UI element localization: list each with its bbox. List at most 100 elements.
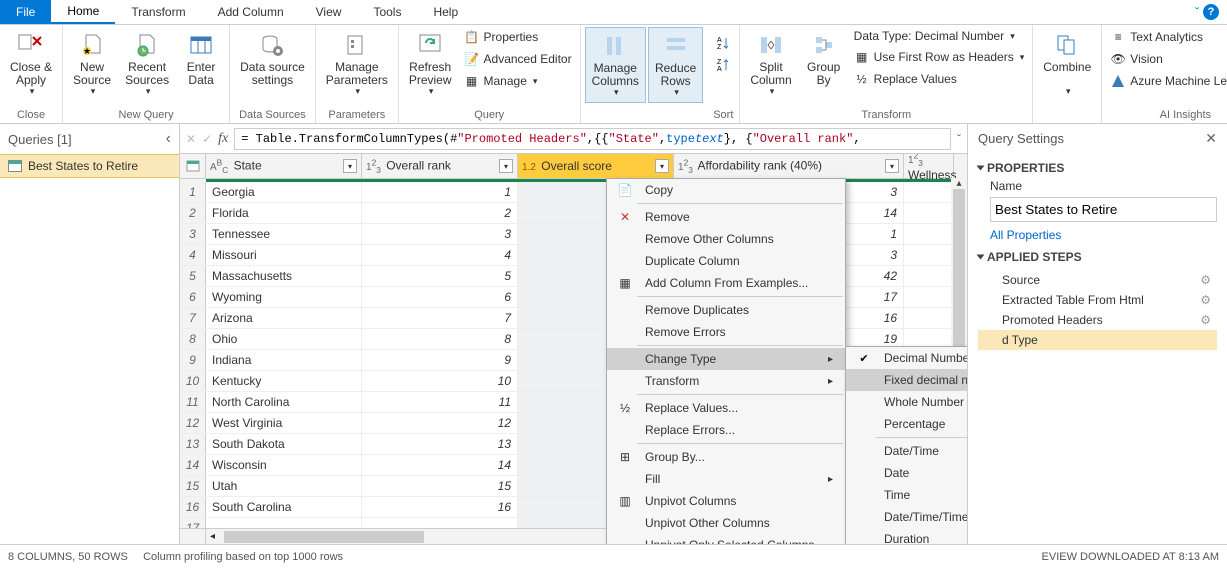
cell-rank[interactable]: 12 xyxy=(362,413,518,433)
column-header-overall-score[interactable]: 1.2 Overall score▾ xyxy=(518,154,674,178)
step-extracted[interactable]: Extracted Table From Html⚙ xyxy=(978,290,1217,310)
cell-state[interactable]: West Virginia xyxy=(206,413,362,433)
cell-state[interactable]: Kentucky xyxy=(206,371,362,391)
text-analytics-button[interactable]: ≡Text Analytics xyxy=(1106,27,1227,47)
row-header[interactable]: 9 xyxy=(180,350,206,370)
ctx-unpivot-other[interactable]: Unpivot Other Columns xyxy=(607,512,845,534)
cell-wellness[interactable] xyxy=(904,245,954,265)
all-properties-link[interactable]: All Properties xyxy=(990,228,1061,242)
type-percentage[interactable]: Percentage xyxy=(846,413,967,435)
row-header[interactable]: 10 xyxy=(180,371,206,391)
ctx-change-type[interactable]: Change Type▸ ✔Decimal Number Fixed decim… xyxy=(607,348,845,370)
cell-state[interactable]: North Carolina xyxy=(206,392,362,412)
cell-rank[interactable]: 2 xyxy=(362,203,518,223)
cell-state[interactable]: Massachusetts xyxy=(206,266,362,286)
enter-data-button[interactable]: Enter Data xyxy=(177,27,225,91)
cell-state[interactable]: Wyoming xyxy=(206,287,362,307)
type-duration[interactable]: Duration xyxy=(846,528,967,544)
ctx-unpivot-selected[interactable]: Unpivot Only Selected Columns xyxy=(607,534,845,544)
recent-sources-button[interactable]: Recent Sources▾ xyxy=(119,27,175,101)
step-changed-type[interactable]: d Type xyxy=(978,330,1217,350)
column-filter-button[interactable]: ▾ xyxy=(885,159,899,173)
cell-state[interactable]: Wisconsin xyxy=(206,455,362,475)
query-item[interactable]: Best States to Retire xyxy=(0,154,179,178)
help-button[interactable]: ˇ ? xyxy=(1195,0,1227,24)
row-header[interactable]: 11 xyxy=(180,392,206,412)
column-header-wellness[interactable]: 123 Wellness xyxy=(904,154,954,178)
ctx-copy[interactable]: 📄Copy xyxy=(607,179,845,201)
row-header[interactable]: 5 xyxy=(180,266,206,286)
row-header[interactable]: 6 xyxy=(180,287,206,307)
cell-rank[interactable]: 16 xyxy=(362,497,518,517)
advanced-editor-button[interactable]: 📝Advanced Editor xyxy=(460,49,576,69)
ctx-remove-dup[interactable]: Remove Duplicates xyxy=(607,299,845,321)
row-header[interactable]: 12 xyxy=(180,413,206,433)
row-header[interactable]: 8 xyxy=(180,329,206,349)
ctx-add-from-examples[interactable]: ▦Add Column From Examples... xyxy=(607,272,845,294)
cell-wellness[interactable] xyxy=(904,287,954,307)
ctx-fill[interactable]: Fill▸ xyxy=(607,468,845,490)
cell-rank[interactable]: 5 xyxy=(362,266,518,286)
formula-commit-button[interactable]: ✓ xyxy=(202,132,212,146)
cell-state[interactable] xyxy=(206,518,362,528)
table-row[interactable]: 6Wyoming617 xyxy=(180,287,967,308)
replace-values-button[interactable]: ½Replace Values xyxy=(850,69,1029,89)
properties-section[interactable]: PROPERTIES xyxy=(978,161,1217,175)
cell-rank[interactable]: 8 xyxy=(362,329,518,349)
column-filter-button[interactable]: ▾ xyxy=(499,159,513,173)
ctx-replace-values[interactable]: ½Replace Values... xyxy=(607,397,845,419)
ctx-duplicate[interactable]: Duplicate Column xyxy=(607,250,845,272)
gear-icon[interactable]: ⚙ xyxy=(1200,293,1211,307)
cell-wellness[interactable] xyxy=(904,203,954,223)
type-whole[interactable]: Whole Number xyxy=(846,391,967,413)
type-date[interactable]: Date xyxy=(846,462,967,484)
collapse-queries-button[interactable]: ‹ xyxy=(166,130,171,148)
vision-button[interactable]: 👁Vision xyxy=(1106,49,1227,69)
cell-rank[interactable]: 3 xyxy=(362,224,518,244)
column-filter-button[interactable]: ▾ xyxy=(655,159,669,173)
applied-steps-section[interactable]: APPLIED STEPS xyxy=(978,250,1217,264)
properties-button[interactable]: 📋Properties xyxy=(460,27,576,47)
add-column-tab[interactable]: Add Column xyxy=(202,0,300,24)
formula-input[interactable]: = Table.TransformColumnTypes(#"Promoted … xyxy=(234,128,951,150)
table-row[interactable]: 3Tennessee31 xyxy=(180,224,967,245)
cell-rank[interactable]: 1 xyxy=(362,182,518,202)
table-row[interactable]: 1Georgia13 xyxy=(180,182,967,203)
cell-rank[interactable]: 15 xyxy=(362,476,518,496)
help-tab[interactable]: Help xyxy=(417,0,474,24)
type-datetime[interactable]: Date/Time xyxy=(846,440,967,462)
ctx-remove[interactable]: ✕Remove xyxy=(607,206,845,228)
gear-icon[interactable]: ⚙ xyxy=(1200,273,1211,287)
row-header[interactable]: 17 xyxy=(180,518,206,528)
row-header[interactable]: 3 xyxy=(180,224,206,244)
reduce-rows-button[interactable]: Reduce Rows▾ xyxy=(648,27,703,103)
table-row[interactable]: 2Florida214 xyxy=(180,203,967,224)
table-row[interactable]: 4Missouri43 xyxy=(180,245,967,266)
cell-rank[interactable]: 7 xyxy=(362,308,518,328)
transform-tab[interactable]: Transform xyxy=(115,0,201,24)
data-type-button[interactable]: Data Type: Decimal Number▾ xyxy=(850,27,1029,45)
new-source-button[interactable]: ★ New Source▾ xyxy=(67,27,117,101)
cell-rank[interactable]: 6 xyxy=(362,287,518,307)
type-decimal[interactable]: ✔Decimal Number xyxy=(846,347,967,369)
row-header[interactable]: 4 xyxy=(180,245,206,265)
cell-wellness[interactable] xyxy=(904,308,954,328)
manage-button[interactable]: ▦Manage▾ xyxy=(460,71,576,91)
refresh-preview-button[interactable]: Refresh Preview▾ xyxy=(403,27,458,101)
use-first-row-button[interactable]: ▦Use First Row as Headers▾ xyxy=(850,47,1029,67)
grid-corner[interactable] xyxy=(180,154,206,178)
gear-icon[interactable]: ⚙ xyxy=(1200,313,1211,327)
split-column-button[interactable]: Split Column▾ xyxy=(744,27,797,101)
cell-state[interactable]: Florida xyxy=(206,203,362,223)
view-tab[interactable]: View xyxy=(300,0,358,24)
ctx-remove-err[interactable]: Remove Errors xyxy=(607,321,845,343)
type-time[interactable]: Time xyxy=(846,484,967,506)
column-header-affordability[interactable]: 123 Affordability rank (40%)▾ xyxy=(674,154,904,178)
step-source[interactable]: Source⚙ xyxy=(978,270,1217,290)
cell-wellness[interactable] xyxy=(904,224,954,244)
type-dtz[interactable]: Date/Time/Timezone xyxy=(846,506,967,528)
cell-rank[interactable]: 13 xyxy=(362,434,518,454)
formula-cancel-button[interactable]: ✕ xyxy=(186,132,196,146)
cell-wellness[interactable] xyxy=(904,266,954,286)
cell-wellness[interactable] xyxy=(904,182,954,202)
